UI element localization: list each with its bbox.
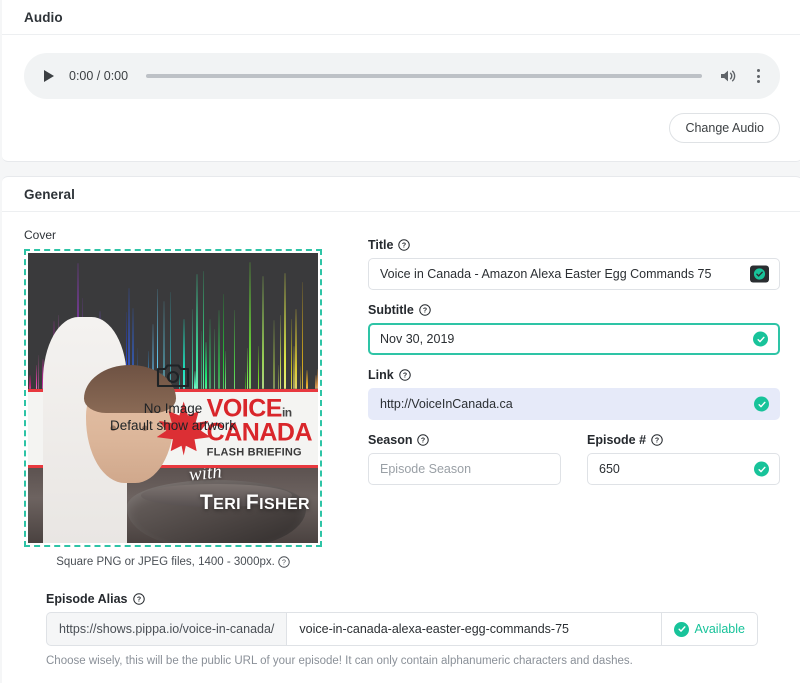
volume-icon[interactable] xyxy=(718,67,738,85)
episode-alias-row: https://shows.pippa.io/voice-in-canada/ … xyxy=(46,612,758,646)
svg-text:?: ? xyxy=(423,308,427,315)
audio-player[interactable]: 0:00 / 0:00 xyxy=(24,53,780,99)
kebab-menu-icon[interactable] xyxy=(750,67,766,85)
title-input-value: Voice in Canada - Amazon Alexa Easter Eg… xyxy=(380,267,712,281)
help-icon[interactable]: ? xyxy=(417,434,430,446)
link-label-row: Link ? xyxy=(368,368,780,382)
title-label-row: Title ? xyxy=(368,238,780,252)
episode-alias-group: Episode Alias ? https://shows.pippa.io/v… xyxy=(24,568,780,667)
cover-label: Cover xyxy=(24,228,57,242)
season-field-group: Season ? Episode Season xyxy=(368,433,561,485)
change-audio-row: Change Audio xyxy=(24,99,780,143)
link-field-group: Link ? http://VoiceInCanada.ca xyxy=(368,368,780,420)
general-card-header: General xyxy=(2,177,800,212)
subtitle-field-group: Subtitle ? Nov 30, 2019 xyxy=(368,303,780,355)
episode-editor-page: Audio 0:00 / 0:00 Change Audio General C… xyxy=(0,0,800,683)
audio-progress-slider[interactable] xyxy=(146,74,702,78)
svg-text:?: ? xyxy=(136,597,140,604)
season-label-row: Season ? xyxy=(368,433,561,447)
camera-icon xyxy=(156,361,190,394)
help-icon[interactable]: ? xyxy=(651,434,663,446)
audio-card-body: 0:00 / 0:00 Change Audio xyxy=(2,35,800,143)
episode-alias-status-label: Available xyxy=(694,622,745,636)
help-icon[interactable]: ? xyxy=(398,239,411,251)
title-label: Title xyxy=(368,238,394,252)
valid-check-icon xyxy=(754,461,769,477)
link-adornment xyxy=(754,396,769,412)
play-icon[interactable] xyxy=(40,67,58,85)
subtitle-input-value: Nov 30, 2019 xyxy=(380,332,455,346)
general-card-body: Cover VOICEin CANADA FLASH BRIEFING with… xyxy=(2,212,800,667)
episode-alias-label-row: Episode Alias ? xyxy=(46,592,758,606)
title-field-group: Title ? Voice in Canada - Amazon Alexa E… xyxy=(368,238,780,290)
title-input[interactable]: Voice in Canada - Amazon Alexa Easter Eg… xyxy=(368,258,780,290)
general-section-title: General xyxy=(24,186,75,202)
season-episode-row: Season ? Episode Season Episode # ? 650 xyxy=(368,433,780,485)
subtitle-label-row: Subtitle ? xyxy=(368,303,780,317)
episode-alias-hint: Choose wisely, this will be the public U… xyxy=(46,655,633,667)
season-label: Season xyxy=(368,433,413,447)
subtitle-adornment xyxy=(753,331,768,347)
episode-alias-prefix: https://shows.pippa.io/voice-in-canada/ xyxy=(46,612,287,646)
fields-column: Title ? Voice in Canada - Amazon Alexa E… xyxy=(326,228,780,485)
link-input[interactable]: http://VoiceInCanada.ca xyxy=(368,388,780,420)
cover-caption-text: Square PNG or JPEG files, 1400 - 3000px. xyxy=(56,556,275,568)
title-adornment xyxy=(750,265,769,283)
episode-number-input-value: 650 xyxy=(599,462,620,476)
svg-text:?: ? xyxy=(282,560,286,567)
cover-caption: Square PNG or JPEG files, 1400 - 3000px.… xyxy=(24,556,322,568)
audio-card: Audio 0:00 / 0:00 Change Audio xyxy=(2,0,800,162)
general-card: General Cover VOICEin CANADA FLASH BRIEF… xyxy=(2,176,800,683)
help-icon[interactable]: ? xyxy=(398,369,411,381)
svg-text:?: ? xyxy=(421,438,425,445)
season-input[interactable]: Episode Season xyxy=(368,453,561,485)
svg-text:?: ? xyxy=(403,373,407,380)
cover-image-dropzone[interactable]: VOICEin CANADA FLASH BRIEFING with TERI … xyxy=(24,249,322,547)
episode-number-label-row: Episode # ? xyxy=(587,433,780,447)
cover-empty-overlay: No Image Default show artwork xyxy=(26,251,320,545)
help-icon[interactable]: ? xyxy=(132,593,145,605)
link-label: Link xyxy=(368,368,394,382)
valid-check-icon xyxy=(674,621,690,637)
svg-text:?: ? xyxy=(655,438,659,445)
episode-alias-status-badge: Available xyxy=(661,612,758,646)
subtitle-label: Subtitle xyxy=(368,303,414,317)
episode-alias-label: Episode Alias xyxy=(46,592,128,606)
link-input-value: http://VoiceInCanada.ca xyxy=(380,397,513,411)
audio-section-title: Audio xyxy=(24,9,63,25)
episode-number-field-group: Episode # ? 650 xyxy=(587,433,780,485)
help-icon[interactable]: ? xyxy=(278,556,290,568)
subtitle-input[interactable]: Nov 30, 2019 xyxy=(368,323,780,355)
cover-overlay-line2: Default show artwork xyxy=(109,418,237,433)
svg-text:?: ? xyxy=(402,243,406,250)
valid-check-icon xyxy=(754,396,769,412)
audio-time-display: 0:00 / 0:00 xyxy=(69,69,129,83)
season-input-placeholder: Episode Season xyxy=(380,462,472,476)
help-icon[interactable]: ? xyxy=(419,304,431,316)
episode-number-adornment xyxy=(754,461,769,477)
change-audio-button[interactable]: Change Audio xyxy=(669,113,780,143)
image-thumbnail-icon xyxy=(750,265,769,283)
valid-check-icon xyxy=(753,331,768,347)
cover-column: Cover VOICEin CANADA FLASH BRIEFING with… xyxy=(24,228,326,568)
episode-number-label: Episode # xyxy=(587,433,647,447)
episode-alias-input[interactable]: voice-in-canada-alexa-easter-egg-command… xyxy=(286,612,662,646)
audio-card-header: Audio xyxy=(2,0,800,35)
cover-overlay-line1: No Image xyxy=(143,401,203,417)
episode-number-input[interactable]: 650 xyxy=(587,453,780,485)
